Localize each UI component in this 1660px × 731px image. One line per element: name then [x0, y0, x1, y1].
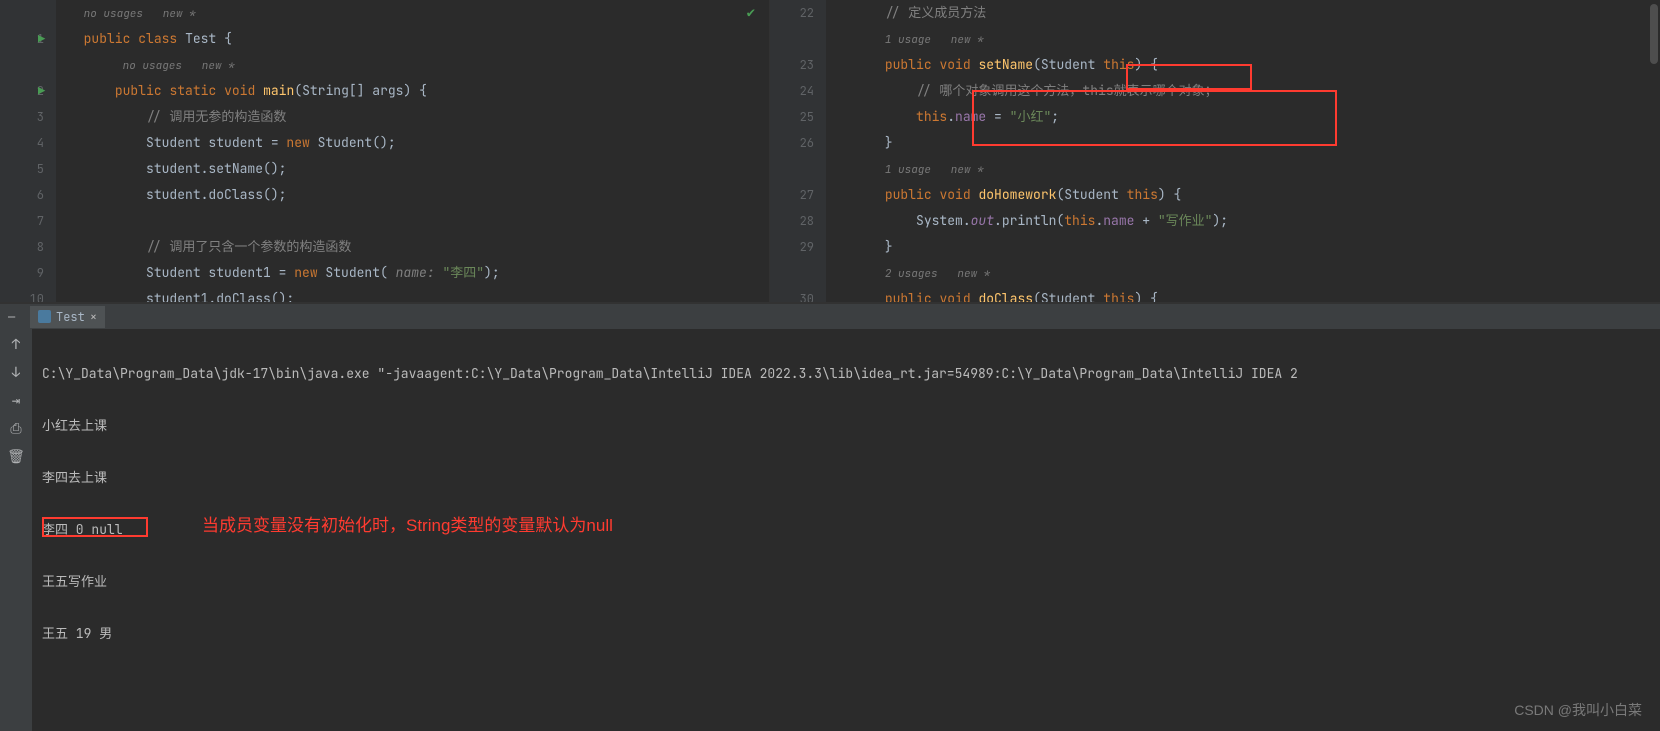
run-toolbar: ↑ ↓ ⇥ ⎙ 🗑	[0, 329, 32, 731]
console-line-annotated: 李四 0 null 当成员变量没有初始化时，String类型的变量默认为null	[42, 517, 1650, 543]
run-tool-tabs: — Test ×	[0, 303, 1660, 329]
usage-hint: 1 usage new *	[885, 163, 984, 177]
run-gutter-icon[interactable]: ▶	[38, 26, 45, 52]
run-config-icon	[38, 310, 51, 323]
gutter-left: 1 ▶ 2 ▶ 34567 8910 11 121314151617	[0, 0, 56, 302]
console-line: C:\Y_Data\Program_Data\jdk-17\bin\java.e…	[42, 361, 1650, 387]
console-line: 李四去上课	[42, 465, 1650, 491]
annotation-text: 当成员变量没有初始化时，String类型的变量默认为null	[202, 513, 613, 539]
editor-split: ✔ 1 ▶ 2 ▶ 34567 8910 11 121314151617 no …	[0, 0, 1660, 303]
run-tab-test[interactable]: Test ×	[30, 306, 105, 328]
console-line: 小红去上课	[42, 413, 1650, 439]
run-tool-window: ↑ ↓ ⇥ ⎙ 🗑 C:\Y_Data\Program_Data\jdk-17\…	[0, 329, 1660, 731]
usage-hint: no usages new *	[84, 7, 196, 21]
usage-hint: 2 usages new *	[885, 267, 991, 281]
minimize-icon[interactable]: —	[8, 309, 30, 325]
delete-icon[interactable]: 🗑	[8, 449, 24, 465]
code-lines-left[interactable]: no usages new * public class Test { no u…	[56, 0, 769, 302]
scroll-down-icon[interactable]: ↓	[8, 365, 24, 381]
soft-wrap-icon[interactable]: ⇥	[8, 393, 24, 409]
print-icon[interactable]: ⎙	[8, 421, 24, 437]
code-area-right[interactable]: 2223242526 272829 303132 33343536 // 定义成…	[770, 0, 1660, 302]
usage-hint: 1 usage new *	[885, 33, 984, 47]
console-line: 王五 19 男	[42, 621, 1650, 647]
gutter-right: 2223242526 272829 303132 33343536	[770, 0, 826, 302]
close-icon[interactable]: ×	[90, 309, 97, 325]
console-output[interactable]: C:\Y_Data\Program_Data\jdk-17\bin\java.e…	[32, 329, 1660, 731]
tab-label: Test	[56, 309, 85, 325]
editor-pane-left: ✔ 1 ▶ 2 ▶ 34567 8910 11 121314151617 no …	[0, 0, 770, 302]
usage-hint: no usages new *	[123, 59, 235, 73]
watermark: CSDN @我叫小白菜	[1514, 697, 1642, 723]
code-area-left[interactable]: 1 ▶ 2 ▶ 34567 8910 11 121314151617 no us…	[0, 0, 769, 302]
console-line: 王五写作业	[42, 569, 1650, 595]
scroll-up-icon[interactable]: ↑	[8, 337, 24, 353]
code-lines-right[interactable]: // 定义成员方法 1 usage new * public void setN…	[826, 0, 1660, 302]
editor-pane-right: 2223242526 272829 303132 33343536 // 定义成…	[770, 0, 1660, 302]
run-gutter-icon[interactable]: ▶	[38, 78, 45, 104]
